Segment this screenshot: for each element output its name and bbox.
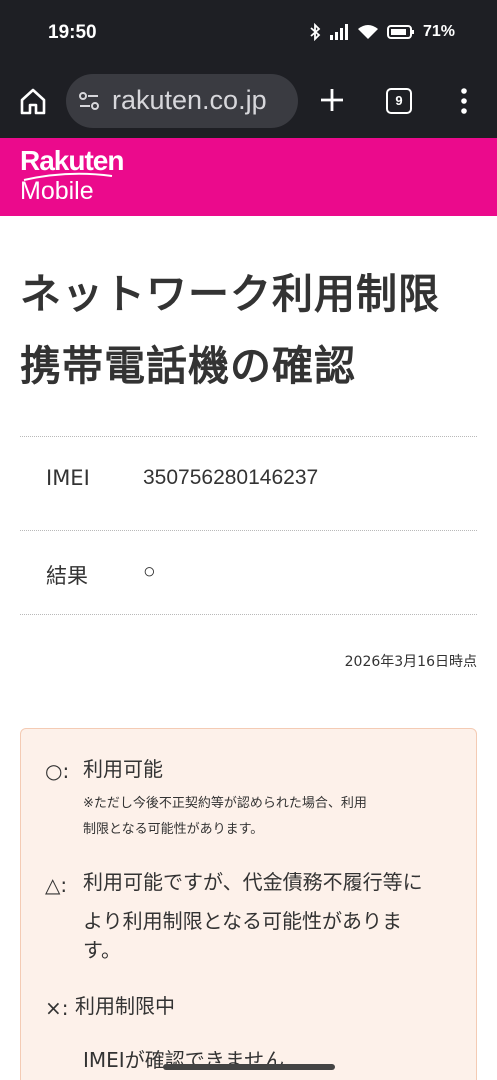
- gesture-nav-handle[interactable]: [163, 1064, 335, 1070]
- divider: [20, 530, 477, 531]
- imei-label: IMEI: [46, 466, 90, 490]
- wifi-icon: [357, 25, 378, 39]
- legend-text-partial-line2: より利用制限となる可能性がありま: [83, 909, 402, 933]
- legend-symbol-restricted: ×:: [45, 996, 69, 1020]
- url-bar[interactable]: rakuten.co.jp: [66, 74, 298, 128]
- page-title-line1: ネットワーク利用制限: [20, 270, 440, 318]
- battery-icon: [386, 25, 414, 39]
- legend-note-line2: 制限となる可能性があります。: [83, 822, 264, 837]
- legend-symbol-ok: ○:: [45, 759, 70, 783]
- legend-note-line1: ※ただし今後不正契約等が認められた場合、利用: [83, 796, 367, 811]
- status-time: 19:50: [48, 22, 97, 43]
- legend-text-unknown: IMEIが確認できません: [83, 1048, 285, 1072]
- rakuten-mobile-header[interactable]: Rakuten Mobile: [0, 138, 497, 216]
- divider: [20, 436, 477, 437]
- divider: [20, 614, 477, 615]
- tab-count-button[interactable]: 9: [386, 88, 412, 114]
- result-value: ○: [143, 560, 156, 583]
- new-tab-icon[interactable]: [316, 84, 348, 116]
- legend-text-restricted: 利用制限中: [75, 994, 175, 1018]
- browser-toolbar: rakuten.co.jp 9: [0, 66, 497, 138]
- imei-value: 350756280146237: [143, 466, 319, 489]
- battery-percent: 71%: [422, 23, 455, 40]
- status-bar: 19:50 71%: [0, 0, 497, 66]
- logo-mobile-text: Mobile: [20, 177, 94, 205]
- result-legend: ○: 利用可能 ※ただし今後不正契約等が認められた場合、利用 制限となる可能性が…: [20, 728, 477, 1080]
- legend-text-partial-line1: 利用可能ですが、代金債務不履行等に: [83, 870, 423, 894]
- bluetooth-icon: [310, 23, 321, 41]
- home-icon[interactable]: [18, 86, 48, 116]
- legend-symbol-partial: △:: [45, 873, 68, 897]
- page-title: ネットワーク利用制限 携帯電話機の確認: [20, 258, 480, 402]
- legend-text-ok: 利用可能: [83, 757, 163, 781]
- more-menu-icon[interactable]: [456, 86, 472, 116]
- url-text: rakuten.co.jp: [112, 85, 267, 115]
- signal-icon: [329, 24, 348, 40]
- site-settings-icon[interactable]: [76, 88, 102, 114]
- result-label: 結果: [46, 564, 88, 588]
- legend-text-partial-line3: す。: [83, 938, 121, 962]
- check-date: 2026年3月16日時点: [344, 654, 477, 670]
- status-icons: 71%: [309, 23, 455, 41]
- page-title-line2: 携帯電話機の確認: [20, 342, 356, 390]
